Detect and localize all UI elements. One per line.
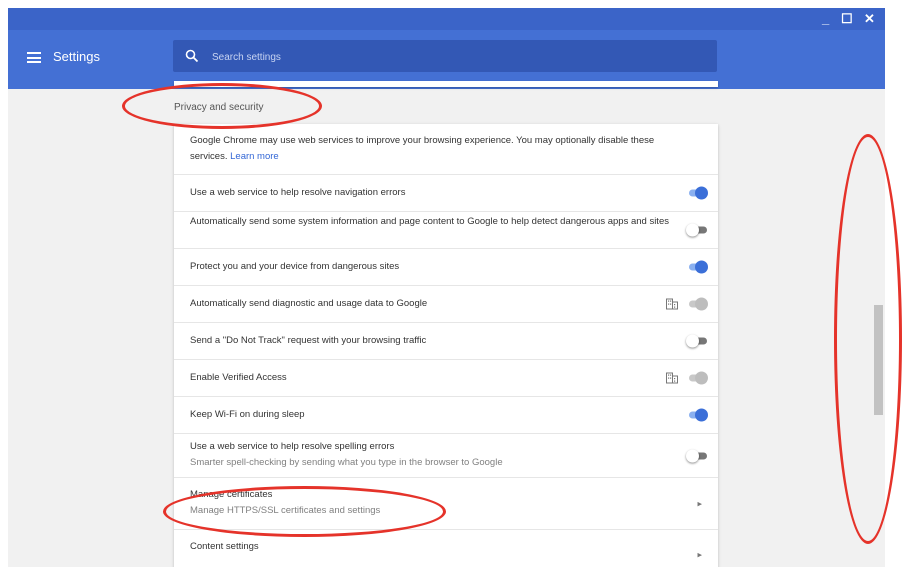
setting-row-safe-browsing-reports[interactable]: Automatically send some system informati… xyxy=(174,211,718,248)
toggle-switch-disabled xyxy=(686,371,708,385)
toggle-switch[interactable] xyxy=(686,408,708,422)
menu-icon[interactable] xyxy=(27,52,41,63)
close-button[interactable]: ✕ xyxy=(864,11,875,27)
setting-label: Content settings xyxy=(190,541,259,552)
setting-label: Use a web service to help resolve spelli… xyxy=(190,441,395,452)
maximize-button[interactable]: ☐ xyxy=(841,11,853,27)
toggle-switch[interactable] xyxy=(686,334,707,348)
setting-label: Automatically send diagnostic and usage … xyxy=(190,298,428,309)
setting-row-spelling[interactable]: Use a web service to help resolve spelli… xyxy=(174,433,718,477)
setting-row-safe-browsing[interactable]: Protect you and your device from dangero… xyxy=(174,248,718,285)
privacy-intro: Google Chrome may use web services to im… xyxy=(190,133,690,165)
toggle-switch-disabled xyxy=(686,297,708,311)
setting-row-do-not-track[interactable]: Send a "Do Not Track" request with your … xyxy=(174,322,718,359)
chevron-right-icon: ▸ xyxy=(697,549,702,560)
toggle-switch[interactable] xyxy=(686,260,708,274)
search-icon xyxy=(185,49,199,63)
toggle-switch[interactable] xyxy=(686,223,707,237)
search-input[interactable] xyxy=(210,46,694,68)
setting-row-verified-access: Enable Verified Access xyxy=(174,359,718,396)
search-box[interactable] xyxy=(173,40,717,72)
toggle-switch[interactable] xyxy=(686,449,707,462)
setting-label: Enable Verified Access xyxy=(190,372,287,383)
annotation-circle-manage-certificates xyxy=(163,486,446,537)
setting-label: Send a "Do Not Track" request with your … xyxy=(190,335,427,346)
title-bar: _ ☐ ✕ xyxy=(8,8,885,30)
setting-sublabel: Smarter spell-checking by sending what y… xyxy=(190,457,503,468)
minimize-button[interactable]: _ xyxy=(822,11,829,27)
setting-row-usage-data: Automatically send diagnostic and usage … xyxy=(174,285,718,322)
enterprise-icon xyxy=(666,298,678,310)
setting-label: Keep Wi-Fi on during sleep xyxy=(190,409,305,420)
enterprise-icon xyxy=(666,372,678,384)
toggle-switch[interactable] xyxy=(686,186,708,200)
chevron-right-icon: ▸ xyxy=(697,498,702,508)
setting-label: Automatically send some system informati… xyxy=(190,216,669,227)
page-title: Settings xyxy=(53,49,100,64)
setting-row-wifi-sleep[interactable]: Keep Wi-Fi on during sleep xyxy=(174,396,718,433)
setting-label: Protect you and your device from dangero… xyxy=(190,261,400,272)
annotation-circle-section-title xyxy=(122,83,322,129)
learn-more-link[interactable]: Learn more xyxy=(230,151,279,162)
setting-row-navigation-errors[interactable]: Use a web service to help resolve naviga… xyxy=(174,174,718,211)
privacy-intro-row: Google Chrome may use web services to im… xyxy=(174,124,718,174)
annotation-circle-scrollbar xyxy=(834,134,902,544)
setting-label: Use a web service to help resolve naviga… xyxy=(190,187,406,198)
